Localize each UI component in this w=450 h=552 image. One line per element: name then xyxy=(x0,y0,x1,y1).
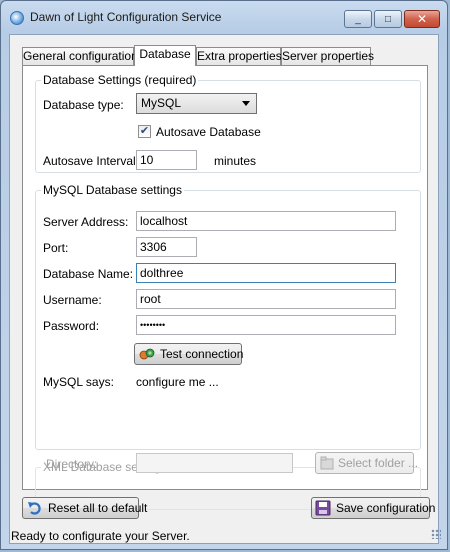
autosave-label[interactable]: Autosave Database xyxy=(156,125,261,139)
password-label: Password: xyxy=(43,319,100,333)
tab-label: General configuration xyxy=(23,49,138,63)
database-tab-panel: Database Settings (required) Database ty… xyxy=(22,65,428,510)
resize-grip-icon[interactable] xyxy=(431,529,441,539)
autosave-interval-label: Autosave Interval: xyxy=(43,154,140,168)
interval-unit-label: minutes xyxy=(214,154,257,168)
app-window: Dawn of Light Configuration Service _ □ … xyxy=(0,0,448,550)
minimize-button[interactable]: _ xyxy=(344,10,372,28)
title-bar[interactable]: Dawn of Light Configuration Service _ □ … xyxy=(1,1,447,35)
database-type-value: MySQL xyxy=(141,96,182,110)
app-icon xyxy=(10,11,24,25)
test-connection-label: Test connection xyxy=(160,347,244,361)
autosave-checkbox[interactable]: ✔ xyxy=(138,125,151,138)
directory-input[interactable] xyxy=(136,453,293,473)
database-settings-legend: Database Settings (required) xyxy=(43,73,197,87)
close-icon: ✕ xyxy=(416,12,428,26)
connection-icon xyxy=(139,346,155,362)
folder-icon xyxy=(319,455,335,471)
mysql-says-value: configure me ... xyxy=(136,375,219,389)
chevron-down-icon xyxy=(242,101,250,106)
maximize-icon: □ xyxy=(384,13,392,25)
database-type-label: Database type: xyxy=(43,98,124,112)
server-address-input[interactable]: localhost xyxy=(136,211,396,231)
database-name-label: Database Name: xyxy=(43,267,134,281)
tab-label: Database xyxy=(139,47,191,61)
port-label: Port: xyxy=(43,241,69,255)
mysql-says-label: MySQL says: xyxy=(43,375,114,389)
directory-label: Directory: xyxy=(46,457,98,471)
tab-extra-properties[interactable]: Extra properties xyxy=(196,47,282,65)
server-address-label: Server Address: xyxy=(43,215,129,229)
tab-database[interactable]: Database xyxy=(134,45,196,66)
test-connection-button[interactable]: Test connection xyxy=(134,343,244,365)
database-type-select[interactable]: MySQL xyxy=(136,93,257,114)
tab-general-configuration[interactable]: General configuration xyxy=(22,47,138,65)
select-folder-button[interactable]: Select folder ... xyxy=(315,452,418,474)
username-label: Username: xyxy=(43,293,102,307)
close-button[interactable]: ✕ xyxy=(404,10,440,28)
client-area: General configuration Database Extra pro… xyxy=(9,34,439,544)
status-bar: Ready to configurate your Server. xyxy=(1,513,447,543)
select-folder-label: Select folder ... xyxy=(338,456,419,470)
minimize-icon: _ xyxy=(355,13,361,25)
status-text: Ready to configurate your Server. xyxy=(11,529,190,543)
username-input[interactable]: root xyxy=(136,289,396,309)
password-input[interactable]: •••••••• xyxy=(136,315,396,335)
maximize-button[interactable]: □ xyxy=(374,10,402,28)
database-name-input[interactable]: dolthree xyxy=(136,263,396,283)
tab-label: Extra properties xyxy=(197,49,282,63)
window-title: Dawn of Light Configuration Service xyxy=(30,10,222,24)
tab-server-properties[interactable]: Server properties xyxy=(281,47,375,65)
port-input[interactable]: 3306 xyxy=(136,237,197,257)
autosave-interval-input[interactable]: 10 xyxy=(136,150,197,170)
tab-label: Server properties xyxy=(282,49,375,63)
mysql-settings-legend: MySQL Database settings xyxy=(43,183,182,197)
